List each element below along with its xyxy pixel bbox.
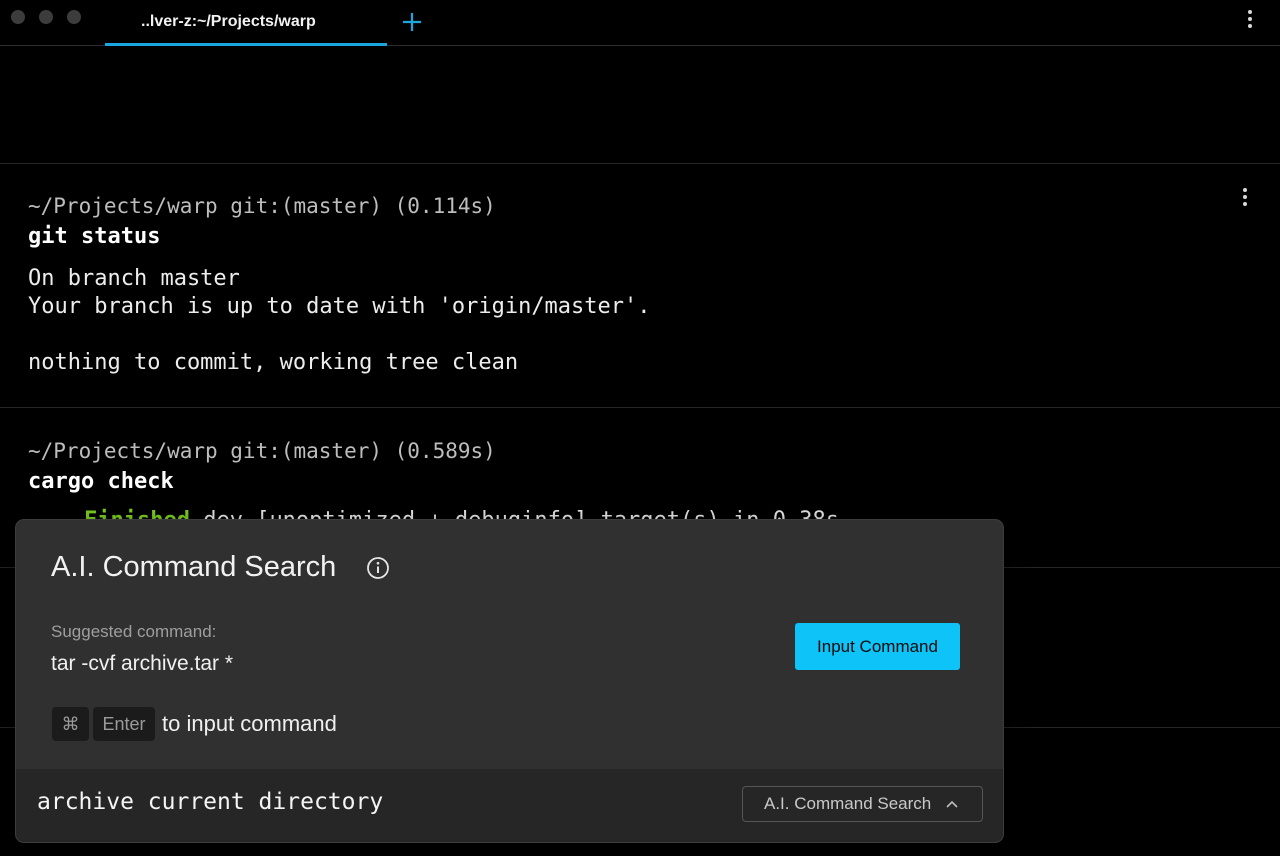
block-divider bbox=[0, 163, 1280, 164]
block-command: git status bbox=[28, 224, 160, 249]
ai-command-search-panel: A.I. Command Search Suggested command: t… bbox=[16, 520, 1003, 842]
block-command: cargo check bbox=[28, 469, 174, 494]
info-icon[interactable] bbox=[366, 556, 390, 580]
new-tab-button[interactable] bbox=[400, 8, 424, 36]
kebab-menu-icon bbox=[1243, 188, 1247, 192]
tab-active[interactable]: ..lver-z:~/Projects/warp bbox=[105, 0, 387, 46]
window-zoom-button[interactable] bbox=[67, 10, 81, 24]
shortcut-hint: to input command bbox=[162, 711, 337, 737]
block-output-line: On branch master bbox=[28, 266, 240, 291]
suggested-command-label: Suggested command: bbox=[51, 622, 216, 642]
block-output-line: Your branch is up to date with 'origin/m… bbox=[28, 294, 651, 319]
plus-icon bbox=[400, 8, 424, 36]
enter-key: Enter bbox=[93, 707, 155, 741]
block-prompt: ~/Projects/warp git:(master) (0.589s) bbox=[28, 439, 496, 463]
window-close-button[interactable] bbox=[11, 10, 25, 24]
search-mode-button[interactable]: A.I. Command Search bbox=[742, 786, 983, 822]
query-input[interactable]: archive current directory bbox=[37, 789, 383, 815]
window-minimize-button[interactable] bbox=[39, 10, 53, 24]
title-bar: ..lver-z:~/Projects/warp bbox=[0, 0, 1280, 46]
query-bar: archive current directory A.I. Command S… bbox=[16, 769, 1003, 842]
suggested-command: tar -cvf archive.tar * bbox=[51, 652, 233, 676]
cmd-key: ⌘ bbox=[52, 707, 89, 741]
block-menu-button[interactable] bbox=[1240, 188, 1250, 206]
kebab-menu-icon bbox=[1248, 10, 1252, 14]
block-output-line: nothing to commit, working tree clean bbox=[28, 350, 518, 375]
search-mode-label: A.I. Command Search bbox=[764, 794, 931, 814]
input-command-button[interactable]: Input Command bbox=[795, 623, 960, 670]
window-menu-button[interactable] bbox=[1245, 10, 1255, 28]
panel-title: A.I. Command Search bbox=[51, 551, 336, 584]
tab-active-indicator bbox=[105, 43, 387, 46]
chevron-up-icon bbox=[945, 799, 959, 809]
tab-label: ..lver-z:~/Projects/warp bbox=[141, 13, 316, 31]
block-prompt: ~/Projects/warp git:(master) (0.114s) bbox=[28, 194, 496, 218]
block-divider bbox=[0, 407, 1280, 408]
